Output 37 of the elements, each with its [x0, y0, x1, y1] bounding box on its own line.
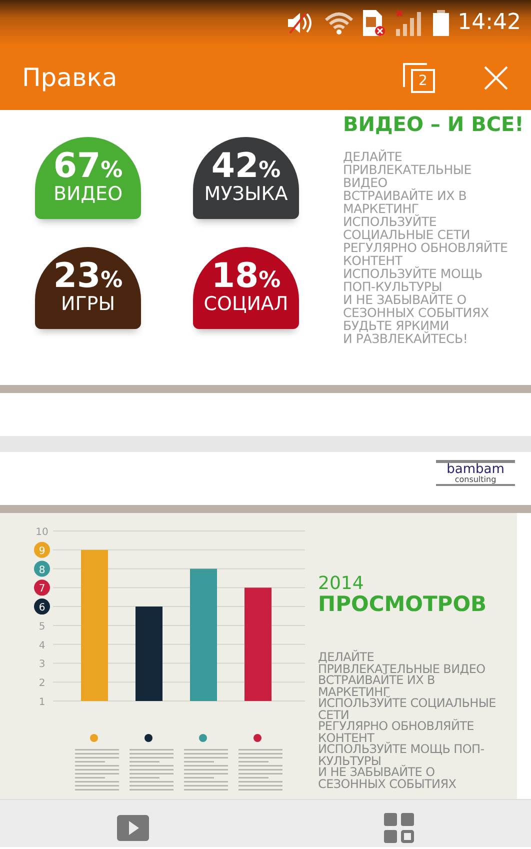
clock-time: 14:42	[458, 9, 521, 37]
y-tick-label: 7	[38, 584, 46, 595]
tick-marker	[34, 542, 50, 558]
text-block-drawing	[130, 749, 174, 790]
y-tick-label: 1	[38, 697, 46, 708]
y-tick-label: 5	[38, 621, 46, 632]
sim-card-icon	[362, 8, 386, 36]
text-block-drawing	[75, 749, 119, 790]
legend-dot	[199, 734, 207, 742]
close-icon[interactable]	[483, 64, 509, 90]
y-tick-label: 3	[38, 659, 46, 670]
slide-body-text: ДЕЛАЙТЕ ПРИВЛЕКАТЕЛЬНЫЕ ВИДЕО ВСТРАИВАЙТЕ ИХ В МАРКЕТИНГ ИСПОЛЬЗУЙТЕ СОЦИАЛЬНЫЕ СЕТИ РЕГУЛЯРНО ОБНОВЛЯЙТЕ КОНТЕНТ ИСПОЛЬЗУЙТЕ МОЩЬ ПОП- КУЛЬТУРЫ И НЕ ЗАБЫВАЙТЕ О СЕЗОННЫХ СОБЫТИЯХ	[318, 652, 496, 790]
y-tick-label: 4	[38, 640, 46, 652]
tick-marker	[34, 598, 50, 615]
slide-headline: ПРОСМОТРОВ	[318, 593, 488, 616]
legend-dot	[254, 734, 262, 742]
slide-headline: ВИДЕО – И ВСЕ!	[343, 114, 524, 134]
wifi-icon	[324, 10, 354, 34]
slide-body-text: ДЕЛАЙТЕ ПРИВЛЕКАТЕЛЬНЫЕ ВИДЕО ВСТРАИВАЙТЕ ИХ В МАРКЕТИНГ ИСПОЛЬЗУЙТЕ СОЦИАЛЬНЫЕ СЕТИ РЕГУЛЯРНО ОБНОВЛЯЙТЕ КОНТЕНТ ИСПОЛЬЗУЙТЕ МОЩЬ ПОП-КУЛЬТУРЫ И НЕ ЗАБЫВАЙТЕ О СЕЗОННЫХ СОБЫТИЯХ БУДЬТЕ ЯРКИМИ И РАЗВЛЕКАЙТЕСЬ!	[343, 150, 509, 345]
legend-dot	[144, 734, 152, 742]
text-block-drawing	[184, 749, 228, 790]
year-text: 2014	[318, 575, 365, 593]
y-tick-label: 2	[38, 678, 46, 690]
text-block-drawing	[238, 749, 282, 790]
signal-icon	[394, 8, 424, 36]
play-icon[interactable]	[117, 814, 150, 840]
tick-marker	[34, 560, 50, 577]
battery-icon	[432, 8, 450, 36]
y-tick-label: 8	[38, 564, 46, 576]
y-tick-label: 6	[38, 602, 46, 614]
y-tick-label: 9	[38, 546, 46, 557]
legend-dot	[90, 734, 98, 742]
y-tick-label: 10	[36, 527, 48, 538]
company-logo: bambam consulting	[436, 460, 515, 486]
grid-icon[interactable]	[384, 812, 414, 842]
screen-title: Правка	[22, 62, 118, 94]
tick-marker	[34, 580, 50, 596]
